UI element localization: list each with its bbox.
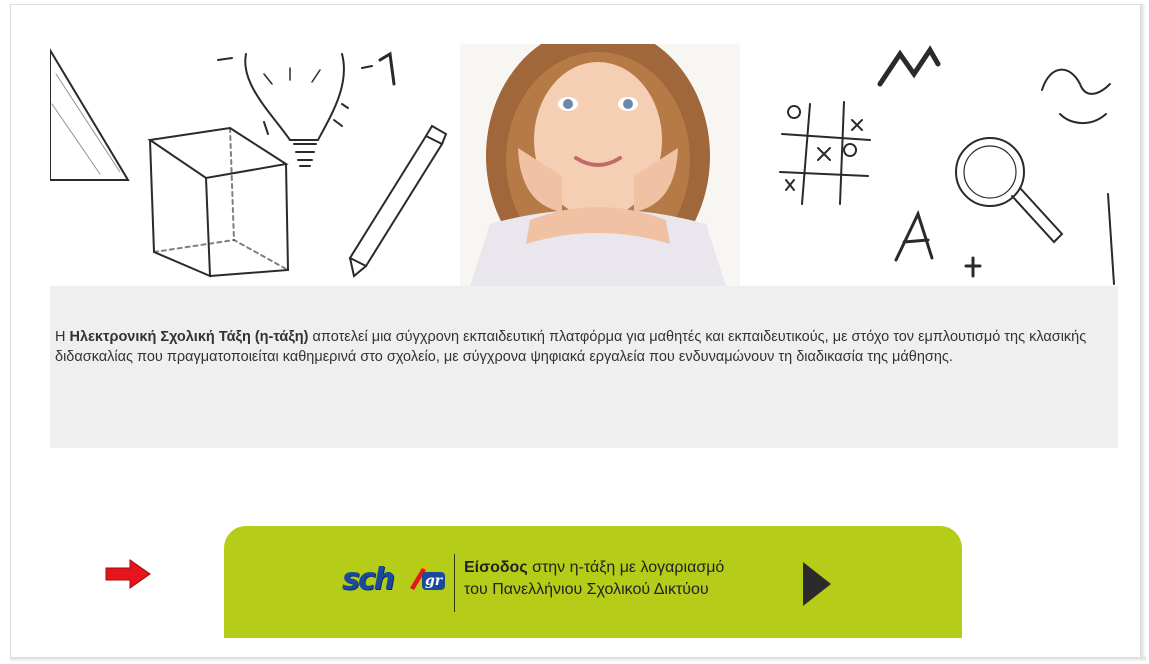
sch-logo-text: sch [342, 562, 395, 597]
login-button-label: Είσοδος στην η-τάξη με λογαριασμό του Πα… [464, 557, 784, 601]
sch-login-button[interactable]: sch gr Είσοδος στην η-τάξη με λογαριασμό… [224, 526, 962, 638]
button-divider [454, 554, 455, 612]
hero-banner [50, 44, 1118, 286]
frame-shadow-bottom [10, 657, 1146, 662]
platform-description: Η Ηλεκτρονική Σχολική Τάξη (η-τάξη) αποτ… [55, 327, 1113, 367]
info-panel: Η Ηλεκτρονική Σχολική Τάξη (η-τάξη) αποτ… [50, 286, 1118, 448]
gr-logo-text: gr [422, 572, 446, 590]
play-triangle-icon [803, 562, 831, 606]
girl-photo [460, 44, 740, 286]
banner-illustration [50, 44, 1115, 286]
login-bold-word: Είσοδος [464, 559, 528, 576]
red-right-arrow-icon [105, 559, 151, 589]
platform-name: Ηλεκτρονική Σχολική Τάξη (η-τάξη) [69, 329, 309, 345]
sch-gr-logo: sch gr [342, 560, 454, 600]
login-line-2: του Πανελλήνιου Σχολικού Δικτύου [464, 581, 709, 598]
description-prefix: Η [55, 329, 70, 345]
login-line-1-rest: στην η-τάξη με λογαριασμό [527, 559, 725, 576]
login-button-content: sch gr Είσοδος στην η-τάξη με λογαριασμό… [224, 526, 962, 638]
frame-shadow-right [1140, 4, 1146, 659]
login-line-1: Είσοδος στην η-τάξη με λογαριασμό [464, 557, 784, 579]
